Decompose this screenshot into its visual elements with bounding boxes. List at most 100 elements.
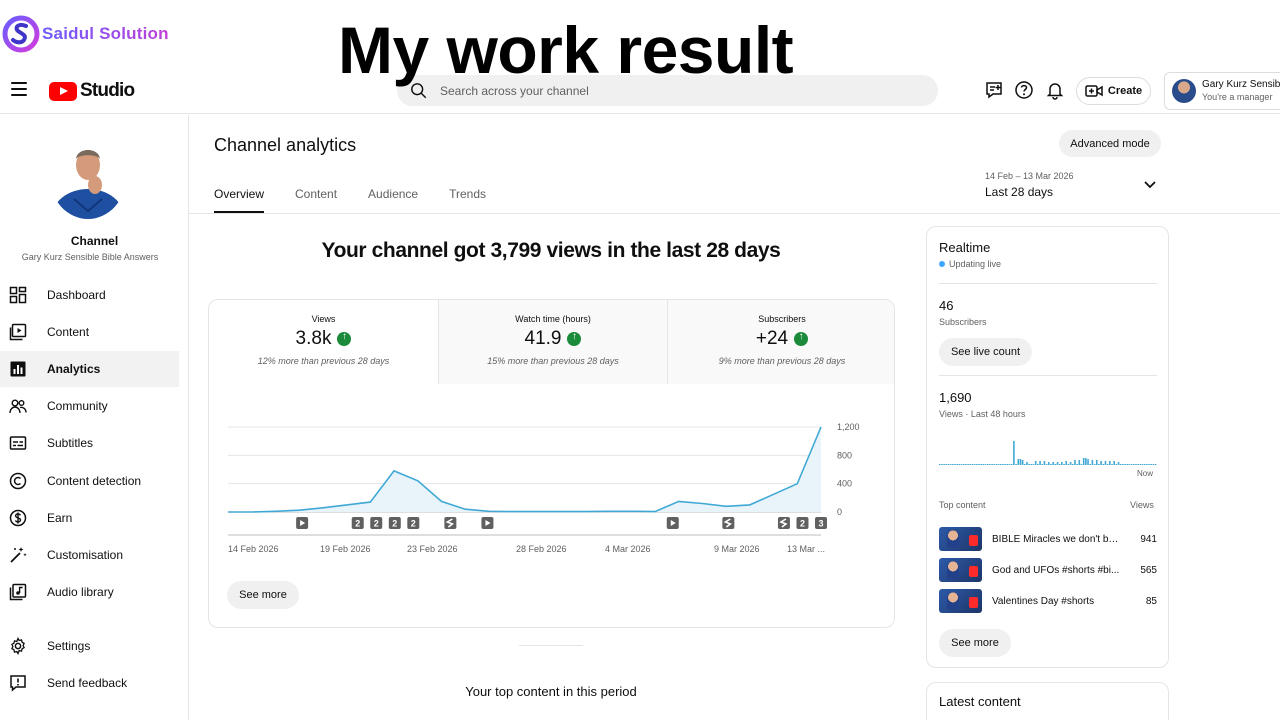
sidebar-item-label: Community (47, 399, 108, 413)
realtime-bar (1063, 464, 1065, 465)
realtime-bar (1141, 464, 1144, 465)
chevron-down-icon[interactable] (1143, 180, 1157, 190)
latest-content-card: Latest content (926, 682, 1169, 720)
metric-subscribers[interactable]: Subscribers +24 9% more than previous 28… (667, 300, 894, 384)
sidebar-item-settings[interactable]: Settings (0, 628, 179, 664)
help-icon[interactable] (1014, 80, 1034, 100)
content-icon (9, 323, 27, 341)
sidebar-item-label: Content (47, 325, 90, 339)
realtime-bar (976, 464, 978, 465)
realtime-now-label: Now (1137, 469, 1154, 478)
realtime-bar (993, 464, 996, 465)
sidebar-item-subtitles[interactable]: Subtitles (0, 425, 179, 461)
realtime-bar (1006, 464, 1009, 465)
y-tick-label: 0 (837, 507, 842, 517)
marker-count: 3 (818, 519, 823, 529)
realtime-bar (1082, 458, 1085, 465)
marker-count: 2 (374, 519, 379, 529)
sidebar-item-content[interactable]: Content (0, 314, 179, 350)
menu-icon[interactable] (11, 82, 27, 96)
realtime-bar (1152, 464, 1155, 465)
sidebar-item-audio-library[interactable]: Audio library (0, 574, 179, 610)
account-name: Gary Kurz Sensible Bible Answers (1202, 79, 1280, 90)
realtime-bar (1130, 464, 1133, 465)
create-button[interactable]: Create (1076, 77, 1151, 105)
top-content-item[interactable]: Valentines Day #shorts 85 (939, 589, 1157, 613)
realtime-bar (995, 464, 998, 465)
metric-label: Watch time (hours) (515, 314, 591, 324)
sidebar-item-community[interactable]: Community (0, 388, 179, 424)
arrow-up-icon (337, 331, 352, 346)
realtime-bar (1109, 461, 1111, 465)
top-content-item[interactable]: BIBLE Miracles we don't be... 941 (939, 527, 1157, 551)
realtime-bar (1034, 461, 1037, 465)
realtime-bar (1028, 464, 1030, 465)
realtime-subscribers-label: Subscribers (939, 317, 987, 327)
sidebar-item-send-feedback[interactable]: Send feedback (0, 665, 179, 701)
notifications-bell-icon[interactable] (1045, 80, 1065, 100)
realtime-status: Updating live (939, 259, 1001, 269)
community-icon (9, 399, 27, 414)
realtime-bar (1000, 464, 1002, 465)
top-content-item[interactable]: God and UFOs #shorts #bi... 565 (939, 558, 1157, 582)
studio-logo[interactable]: Studio (49, 80, 135, 102)
metric-note: 12% more than previous 28 days (257, 356, 390, 366)
tab-trends[interactable]: Trends (449, 187, 486, 213)
date-range-picker[interactable]: 14 Feb – 13 Mar 2026 Last 28 days (985, 171, 1074, 199)
feature-request-icon[interactable] (984, 80, 1004, 100)
marker-count: 2 (355, 519, 360, 529)
realtime-bar (1045, 464, 1048, 465)
realtime-bar (952, 464, 954, 465)
see-live-count-button[interactable]: See live count (939, 338, 1032, 366)
channel-avatar[interactable] (50, 135, 126, 219)
realtime-bar (1098, 464, 1100, 465)
sidebar-item-label: Audio library (47, 585, 114, 599)
realtime-bar (1021, 460, 1024, 465)
realtime-bar (1056, 462, 1059, 465)
magic-wand-icon (10, 547, 27, 563)
tab-overview[interactable]: Overview (214, 187, 265, 213)
section-divider (519, 645, 583, 646)
x-tick-label: 9 Mar 2026 (714, 544, 760, 554)
channel-label: Channel (70, 234, 119, 248)
account-avatar (1172, 79, 1196, 103)
video-thumbnail (939, 589, 982, 613)
sidebar-item-label: Send feedback (47, 676, 128, 690)
realtime-bar (949, 464, 952, 465)
realtime-bar (1024, 464, 1026, 465)
tab-audience[interactable]: Audience (368, 187, 418, 213)
channel-name: Gary Kurz Sensible Bible Answers (21, 252, 159, 262)
y-tick-label: 800 (837, 450, 852, 460)
realtime-bar (971, 464, 974, 465)
realtime-bar (1074, 460, 1076, 465)
metrics-card: Views 3.8k 12% more than previous 28 day… (208, 299, 895, 628)
realtime-bar (1004, 464, 1006, 465)
see-more-button[interactable]: See more (227, 581, 299, 609)
sidebar-item-analytics[interactable]: Analytics (0, 351, 179, 387)
sidebar-item-content-detection[interactable]: Content detection (0, 463, 179, 499)
metric-views[interactable]: Views 3.8k 12% more than previous 28 day… (209, 300, 438, 384)
sidebar-item-customisation[interactable]: Customisation (0, 537, 179, 573)
realtime-bar (1146, 464, 1148, 465)
tab-content[interactable]: Content (295, 187, 337, 213)
metric-watch-time[interactable]: Watch time (hours) 41.9 15% more than pr… (438, 300, 667, 384)
views-chart: 0 400 800 1,200 2 2 2 2 2 3 14 Feb 2026 19 Feb 2026… (209, 384, 894, 627)
realtime-bar (1102, 464, 1105, 465)
realtime-bar (1071, 464, 1074, 465)
overlay-title: My work result (338, 13, 794, 87)
account-switcher[interactable]: Gary Kurz Sensible Bible Answers You're … (1164, 72, 1280, 110)
sidebar-item-earn[interactable]: Earn (0, 500, 179, 536)
realtime-bar (1122, 464, 1124, 465)
realtime-bar (1137, 464, 1139, 465)
realtime-bar (1139, 464, 1142, 465)
sidebar-item-dashboard[interactable]: Dashboard (0, 277, 179, 313)
divider (939, 375, 1157, 376)
x-tick-label: 13 Mar ... (787, 544, 825, 554)
header-divider (189, 213, 1280, 214)
feedback-icon (10, 675, 26, 692)
advanced-mode-button[interactable]: Advanced mode (1059, 130, 1161, 157)
realtime-see-more-button[interactable]: See more (939, 629, 1011, 657)
copyright-icon (9, 472, 27, 490)
realtime-bar (1135, 464, 1137, 465)
realtime-bar (1111, 464, 1113, 465)
